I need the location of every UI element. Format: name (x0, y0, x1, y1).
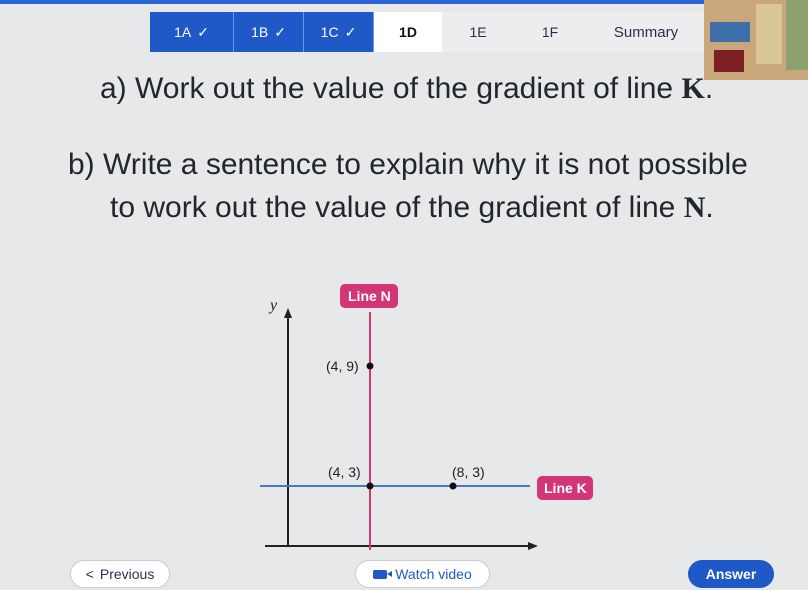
question-part-b: b) Write a sentence to explain why it is… (68, 146, 748, 184)
tab-label: 1A (174, 24, 192, 40)
tab-label: Summary (613, 23, 679, 41)
top-accent-strip (0, 0, 808, 4)
check-icon: ✓ (344, 23, 357, 40)
line-n-label: Line N (348, 288, 391, 304)
previous-button[interactable]: < Previous (70, 560, 170, 588)
x-axis-arrow (528, 542, 538, 550)
question-text: a) Work out the value of the gradient of… (100, 72, 682, 105)
tab-label: 1F (541, 24, 559, 40)
answer-button[interactable]: Answer (688, 560, 774, 588)
punctuation: . (704, 72, 714, 105)
tab-label: 1D (399, 24, 417, 40)
watch-video-button[interactable]: Watch video (355, 560, 490, 588)
answer-label: Answer (705, 566, 757, 582)
y-axis-label: y (268, 297, 278, 314)
point-4-3 (366, 482, 374, 490)
point-4-9 (366, 362, 374, 370)
tab-label: 1B (251, 24, 269, 40)
question-tab-bar: 1A ✓ 1B ✓ 1C ✓ 1D 1E 1F Summary (150, 12, 706, 52)
point-label: (8, 3) (452, 464, 485, 480)
question-part-b-continued: to work out the value of the gradient of… (110, 189, 714, 227)
point-label: (4, 9) (326, 358, 359, 374)
point-label: (4, 3) (328, 464, 361, 480)
coordinate-graph: y Line N Line K (4, 9) (4, 3) (8, 3) (260, 284, 593, 550)
previous-label: Previous (99, 566, 155, 582)
tab-label: 1C (320, 24, 339, 40)
question-text: to work out the value of the gradient of… (110, 191, 684, 224)
tab-1f[interactable]: 1F (514, 12, 586, 52)
question-text: b) Write a sentence to explain why it is… (68, 148, 748, 181)
line-letter: K (681, 72, 705, 105)
punctuation: . (705, 191, 714, 224)
video-icon (373, 569, 393, 579)
watch-video-label: Watch video (395, 566, 472, 582)
point-8-3 (449, 482, 457, 490)
background-shelf-image (704, 0, 808, 80)
tab-1a[interactable]: 1A ✓ (150, 12, 234, 52)
tab-label: 1E (469, 24, 487, 40)
line-k-label: Line K (544, 480, 587, 496)
line-letter: N (683, 191, 706, 224)
question-part-a: a) Work out the value of the gradient of… (100, 70, 713, 108)
tab-1b[interactable]: 1B ✓ (234, 12, 304, 52)
chevron-left-icon: < (85, 566, 94, 582)
y-axis-arrow (284, 308, 292, 318)
check-icon: ✓ (197, 23, 209, 40)
tab-1d[interactable]: 1D (374, 12, 442, 52)
tab-1e[interactable]: 1E (442, 12, 514, 52)
check-icon: ✓ (274, 23, 286, 40)
tab-1c[interactable]: 1C ✓ (304, 12, 374, 52)
tab-summary[interactable]: Summary (586, 12, 706, 52)
